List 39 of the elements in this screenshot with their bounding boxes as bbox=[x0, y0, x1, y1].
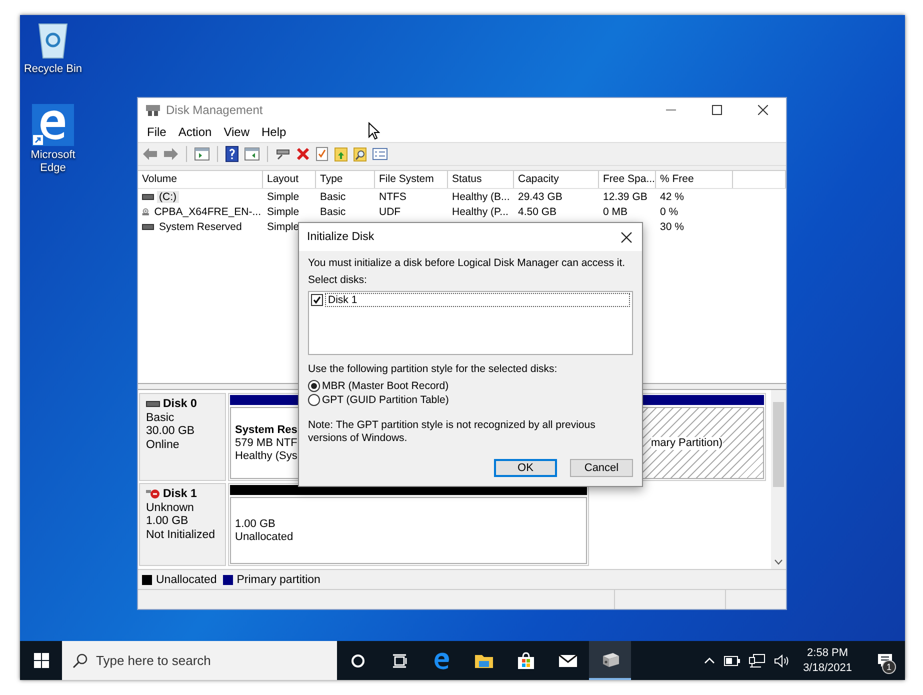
table-cell: 0 MB bbox=[603, 206, 628, 218]
partition-info: 1.00 GB bbox=[235, 518, 276, 530]
window-title: Disk Management bbox=[166, 102, 263, 116]
table-cell: Simple bbox=[267, 206, 300, 218]
table-cell: 4.50 GB bbox=[518, 206, 557, 218]
clock-time: 2:58 PM bbox=[807, 646, 848, 660]
table-cell: Healthy (P... bbox=[452, 206, 508, 218]
partition-info: Healthy (Sys bbox=[235, 450, 298, 462]
notification-count: 1 bbox=[882, 660, 896, 674]
disk-info: Online bbox=[146, 438, 180, 451]
select-disks-label: Select disks: bbox=[308, 274, 368, 287]
table-cell: Healthy (B... bbox=[452, 190, 510, 202]
table-cell: Basic bbox=[320, 206, 346, 218]
table-cell: Simple bbox=[267, 220, 300, 232]
partition-info: 579 MB NTF bbox=[235, 436, 298, 450]
table-cell: 42 % bbox=[660, 190, 684, 202]
disk-info: Not Initialized bbox=[146, 528, 216, 541]
table-cell: 30 % bbox=[660, 220, 684, 232]
table-cell: 29.43 GB bbox=[518, 190, 562, 202]
note-text: Note: The GPT partition style is not recognized by all previous versions of Windows. bbox=[308, 419, 596, 445]
partition-info: mary Partition) bbox=[651, 436, 723, 450]
table-cell: 0 % bbox=[660, 206, 678, 218]
table-cell: UDF bbox=[379, 206, 401, 218]
partition-name: System Res bbox=[235, 424, 298, 436]
table-cell: 12.39 GB bbox=[603, 190, 648, 202]
clock-date: 3/18/2021 bbox=[803, 660, 852, 676]
disk-info: 30.00 GB bbox=[146, 425, 196, 438]
legend-label: Primary partition bbox=[236, 574, 320, 586]
disk-info: Unknown bbox=[146, 502, 195, 514]
table-cell: Simple bbox=[267, 190, 300, 202]
table-cell: Basic bbox=[320, 190, 346, 202]
disk-info: 1.00 GB bbox=[146, 515, 190, 528]
dialog-title: Initialize Disk bbox=[307, 231, 374, 243]
disk-info: Basic bbox=[146, 412, 176, 424]
legend-label: Unallocated bbox=[156, 574, 217, 586]
partition-info: Unallocated bbox=[235, 530, 294, 544]
table-cell: NTFS bbox=[379, 190, 406, 202]
dialog-message: You must initialize a disk before Logical Disk Manager can access it. bbox=[308, 257, 626, 270]
partition-style-label: Use the following partition style for the selected disks: bbox=[308, 363, 558, 376]
